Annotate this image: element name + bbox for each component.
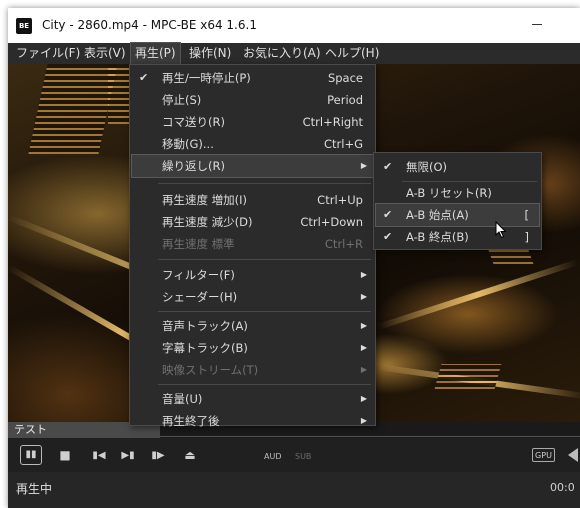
- menu-item-stop[interactable]: 停止(S) Period: [132, 89, 373, 111]
- menu-item-ab-end[interactable]: ✔ A-B 終点(B) ]: [376, 226, 539, 248]
- menu-favorites[interactable]: お気に入り(A): [239, 43, 325, 64]
- menu-separator: [158, 384, 371, 385]
- eject-button[interactable]: ⏏: [182, 447, 198, 464]
- pause-button[interactable]: ▮▮: [20, 445, 42, 465]
- play-menu: ✔ 再生/一時停止(P) Space 停止(S) Period コマ送り(R) …: [129, 64, 376, 428]
- menu-item-shortcut: Space: [327, 71, 363, 85]
- stop-button[interactable]: ■: [58, 447, 72, 464]
- status-bar: 再生中 00:0: [8, 472, 580, 508]
- menu-separator: [158, 183, 371, 184]
- menu-item-label: 音量(U): [162, 392, 203, 406]
- video-building: [28, 64, 118, 154]
- submenu-arrow-icon: ▶: [360, 321, 367, 330]
- menu-separator: [158, 259, 371, 260]
- menu-item-speed-up[interactable]: 再生速度 増加(I) Ctrl+Up: [132, 189, 373, 211]
- minimize-icon[interactable]: [532, 24, 542, 25]
- menu-item-ab-reset[interactable]: A-B リセット(R): [376, 182, 539, 204]
- mouse-cursor-icon: [495, 221, 507, 239]
- menu-item-frame-step[interactable]: コマ送り(R) Ctrl+Right: [132, 111, 373, 133]
- status-text: 再生中: [16, 482, 53, 496]
- video-building: [434, 364, 502, 389]
- menu-item-label: A-B 終点(B): [406, 230, 469, 244]
- menu-item-shortcut: Ctrl+Right: [302, 115, 363, 129]
- control-bar: ▮▮ ■ ▮◀ ▶▮ ▮▶ ⏏ AUD SUB GPU: [8, 438, 580, 472]
- submenu-arrow-icon: ▶: [360, 394, 367, 403]
- checkmark-icon: ✔: [383, 160, 393, 173]
- video-road: [377, 259, 579, 330]
- subtitle-track-label[interactable]: SUB: [295, 452, 311, 461]
- checkmark-icon: ✔: [383, 208, 393, 221]
- menu-item-shortcut: Ctrl+Down: [300, 215, 363, 229]
- menu-bar: ファイル(F) 表示(V) 再生(P) 操作(N) お気に入り(A) ヘルプ(H…: [8, 42, 580, 65]
- menu-item-label: 停止(S): [162, 93, 202, 107]
- checkmark-icon: ✔: [383, 230, 393, 243]
- submenu-arrow-icon: ▶: [360, 416, 367, 425]
- menu-item-label: 繰り返し(R): [162, 159, 225, 173]
- audio-track-label[interactable]: AUD: [264, 452, 282, 461]
- menu-item-label: コマ送り(R): [162, 115, 225, 129]
- menu-item-label: 音声トラック(A): [162, 319, 248, 333]
- mpc-be-app-icon[interactable]: BE: [16, 18, 32, 34]
- seek-track[interactable]: [160, 436, 580, 437]
- menu-item-repeat-infinite[interactable]: ✔ 無限(O): [376, 156, 539, 178]
- previous-button[interactable]: ▮◀: [91, 447, 107, 464]
- menu-item-shortcut: Ctrl+G: [323, 137, 363, 151]
- menu-item-label: 字幕トラック(B): [162, 341, 248, 355]
- menu-item-label: 再生速度 標準: [162, 237, 235, 251]
- submenu-arrow-icon: ▶: [360, 270, 367, 279]
- menu-item-label: シェーダー(H): [162, 290, 238, 304]
- menu-item-label: 無限(O): [406, 160, 448, 174]
- menu-item-volume[interactable]: 音量(U) ▶: [132, 388, 373, 410]
- menu-item-repeat[interactable]: 繰り返し(R) ▶: [131, 154, 374, 178]
- menu-view[interactable]: 表示(V): [80, 43, 130, 64]
- menu-item-label: A-B リセット(R): [406, 186, 492, 200]
- menu-item-ab-start[interactable]: ✔ A-B 始点(A) [: [375, 203, 540, 227]
- volume-icon[interactable]: [568, 448, 578, 462]
- menu-item-speed-down[interactable]: 再生速度 減少(D) Ctrl+Down: [132, 211, 373, 233]
- menu-item-label: 映像ストリーム(T): [162, 363, 259, 377]
- submenu-arrow-icon: ▶: [360, 365, 367, 374]
- playback-time: 00:0: [550, 481, 575, 494]
- menu-item-shortcut: Period: [327, 93, 363, 107]
- menu-separator: [158, 311, 371, 312]
- menu-item-shaders[interactable]: シェーダー(H) ▶: [132, 286, 373, 308]
- submenu-arrow-icon: ▶: [360, 161, 367, 170]
- menu-item-label: A-B 始点(A): [406, 208, 469, 222]
- menu-item-shortcut: Ctrl+Up: [317, 193, 363, 207]
- menu-item-shortcut: [: [524, 208, 530, 222]
- menu-item-label: フィルター(F): [162, 268, 235, 282]
- window-title: City - 2860.mp4 - MPC-BE x64 1.6.1: [42, 18, 257, 32]
- menu-play[interactable]: 再生(P): [130, 42, 181, 65]
- menu-item-after-playback[interactable]: 再生終了後 ▶: [132, 410, 373, 432]
- menu-item-video-stream[interactable]: 映像ストリーム(T) ▶: [132, 359, 373, 381]
- repeat-submenu: ✔ 無限(O) A-B リセット(R) ✔ A-B 始点(A) [ ✔ A-B …: [373, 152, 542, 250]
- menu-item-goto[interactable]: 移動(G)... Ctrl+G: [132, 133, 373, 155]
- menu-item-filters[interactable]: フィルター(F) ▶: [132, 264, 373, 286]
- gpu-button[interactable]: GPU: [532, 448, 555, 462]
- menu-item-label: 再生速度 増加(I): [162, 193, 248, 207]
- menu-item-subtitle-track[interactable]: 字幕トラック(B) ▶: [132, 337, 373, 359]
- menu-navigate[interactable]: 操作(N): [185, 43, 235, 64]
- menu-item-label: 再生/一時停止(P): [162, 71, 251, 85]
- checkmark-icon: ✔: [139, 71, 149, 84]
- submenu-arrow-icon: ▶: [360, 292, 367, 301]
- menu-help[interactable]: ヘルプ(H): [321, 43, 383, 64]
- menu-file[interactable]: ファイル(F): [12, 43, 84, 64]
- menu-item-shortcut: Ctrl+R: [324, 237, 363, 251]
- menu-item-speed-normal[interactable]: 再生速度 標準 Ctrl+R: [132, 233, 373, 255]
- frame-step-button[interactable]: ▮▶: [150, 447, 166, 464]
- menu-item-play-pause[interactable]: ✔ 再生/一時停止(P) Space: [132, 67, 373, 89]
- menu-item-shortcut: ]: [524, 230, 530, 244]
- submenu-arrow-icon: ▶: [360, 343, 367, 352]
- next-button[interactable]: ▶▮: [120, 447, 136, 464]
- menu-item-label: 再生終了後: [162, 414, 220, 428]
- title-bar[interactable]: BE City - 2860.mp4 - MPC-BE x64 1.6.1: [8, 8, 580, 43]
- menu-item-label: 再生速度 減少(D): [162, 215, 253, 229]
- menu-item-label: 移動(G)...: [162, 137, 214, 151]
- menu-item-audio-track[interactable]: 音声トラック(A) ▶: [132, 315, 373, 337]
- player-window: BE City - 2860.mp4 - MPC-BE x64 1.6.1 ファ…: [8, 8, 580, 508]
